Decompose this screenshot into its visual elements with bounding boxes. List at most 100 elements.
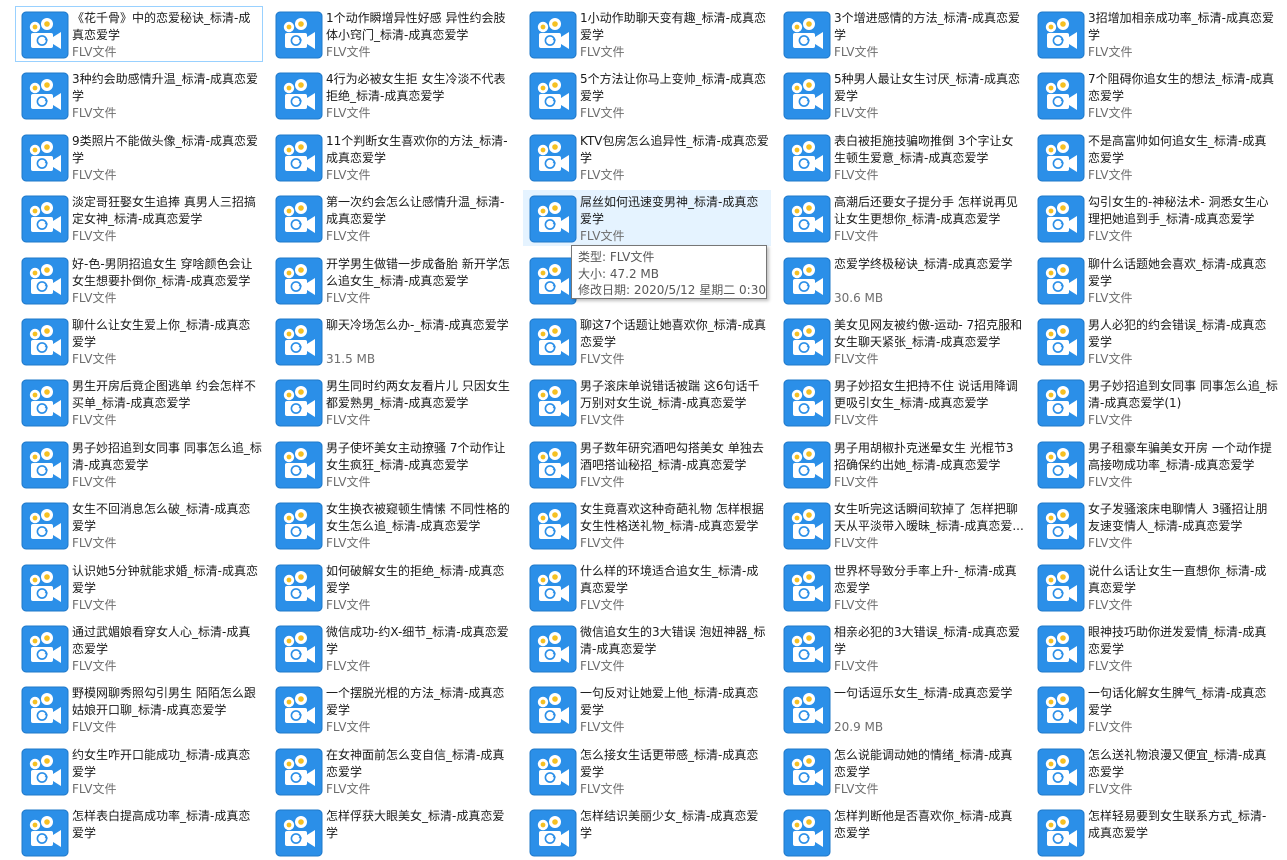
file-name: 勾引女生的-神秘法术- 洞悉女生心理把她追到手_标清-成真恋爱学 [1088,195,1269,226]
flv-video-file-icon [783,625,831,673]
file-item[interactable]: 开学男生做错一步成备胎 新开学怎么追女生_标清-成真恋爱学 FLV文件 [269,252,517,308]
file-item[interactable]: 男子妙招追到女同事 同事怎么追_标清-成真恋爱学(1) FLV文件 [1031,374,1279,430]
file-name: 微信成功-约X-细节_标清-成真恋爱学 [326,625,509,656]
file-type-or-size: FLV文件 [1088,106,1133,120]
flv-video-file-icon [1037,72,1085,120]
file-item[interactable]: 聊什么话题她会喜欢_标清-成真恋爱学 FLV文件 [1031,252,1279,308]
file-item[interactable]: 7个阻碍你追女生的想法_标清-成真恋爱学 FLV文件 [1031,67,1279,123]
file-item[interactable]: 怎么接女生话更带感_标清-成真恋爱学 FLV文件 [523,743,771,799]
file-item[interactable]: 男子妙招女生把持不住 说话用降调更吸引女生_标清-成真恋爱学 FLV文件 [777,374,1025,430]
file-item[interactable]: 聊天冷场怎么办-_标清-成真恋爱学 31.5 MB [269,313,517,369]
file-item[interactable]: 男子租豪车骗美女开房 一个动作提高接吻成功率_标清-成真恋爱学 FLV文件 [1031,436,1279,492]
file-item[interactable]: 认识她5分钟就能求婚_标清-成真恋爱学 FLV文件 [15,559,263,615]
file-item[interactable]: 相亲必犯的3大错误_标清-成真恋爱学 FLV文件 [777,620,1025,676]
file-item[interactable]: 怎样轻易要到女生联系方式_标清-成真恋爱学 [1031,804,1279,860]
file-item[interactable]: 美女见网友被约傲-运动- 7招克服和女生聊天紧张_标清-成真恋爱学 FLV文件 [777,313,1025,369]
flv-video-file-icon [783,257,831,305]
flv-video-file-icon [529,257,577,305]
file-name: 男子使坏美女主动撩骚 7个动作让女生疯狂_标清-成真恋爱学 [326,441,506,472]
file-item[interactable]: 3招增加相亲成功率_标清-成真恋爱学 FLV文件 [1031,6,1279,62]
file-item[interactable]: 淡定哥狂娶女生追捧 真男人三招搞定女神_标清-成真恋爱学 FLV文件 [15,190,263,246]
file-item[interactable]: 怎样判断他是否喜欢你_标清-成真恋爱学 [777,804,1025,860]
file-item[interactable]: 男子数年研究酒吧勾搭美女 单独去酒吧搭讪秘招_标清-成真恋爱学 FLV文件 [523,436,771,492]
file-item[interactable]: 4行为必被女生拒 女生冷淡不代表拒绝_标清-成真恋爱学 FLV文件 [269,67,517,123]
file-type-or-size: FLV文件 [326,45,371,59]
file-item[interactable]: 如何破解女生的拒绝_标清-成真恋爱学 FLV文件 [269,559,517,615]
flv-video-file-icon [275,809,323,857]
file-item[interactable]: 野模网聊秀照勾引男生 陌陌怎么跟姑娘开口聊_标清-成真恋爱学 FLV文件 [15,681,263,737]
file-item[interactable]: KTV包房怎么追异性_标清-成真恋爱学 FLV文件 [523,129,771,185]
file-item[interactable]: 怎样结识美丽少女_标清-成真恋爱学 [523,804,771,860]
file-item[interactable]: 怎么送礼物浪漫又便宜_标清-成真恋爱学 FLV文件 [1031,743,1279,799]
file-type-or-size: FLV文件 [326,229,371,243]
file-item[interactable]: 《花千骨》中的恋爱秘诀_标清-成真恋爱学 FLV文件 [15,6,263,62]
file-item[interactable]: 男子妙招追到女同事 同事怎么追_标清-成真恋爱学 FLV文件 [15,436,263,492]
file-item[interactable]: 恋爱学终极秘诀_标清-成真恋爱学 30.6 MB [777,252,1025,308]
file-item[interactable]: 表白被拒施技骗吻推倒 3个字让女生顿生爱意_标清-成真恋爱学 FLV文件 [777,129,1025,185]
file-item[interactable]: 在女神面前怎么变自信_标清-成真恋爱学 FLV文件 [269,743,517,799]
file-item[interactable]: 屌丝如何迅速变男神_标清-成真恋爱学 FLV文件 [523,190,771,246]
file-item[interactable]: 3个增进感情的方法_标清-成真恋爱学 FLV文件 [777,6,1025,62]
flv-video-file-icon [529,686,577,734]
file-name: 3种约会助感情升温_标清-成真恋爱学 [72,72,258,103]
file-type-or-size: FLV文件 [326,659,371,673]
file-name: 男子租豪车骗美女开房 一个动作提高接吻成功率_标清-成真恋爱学 [1088,441,1272,472]
file-item[interactable]: 一句话逗乐女生_标清-成真恋爱学 20.9 MB [777,681,1025,737]
file-item[interactable]: 11个判断女生喜欢你的方法_标清-成真恋爱学 FLV文件 [269,129,517,185]
file-item[interactable]: 男子滚床单说错话被踹 这6句话千万别对女生说_标清-成真恋爱学 FLV文件 [523,374,771,430]
file-item[interactable]: 高潮后还要女子提分手 怎样说再见让女生更想你_标清-成真恋爱学 FLV文件 [777,190,1025,246]
file-item[interactable]: 一个摆脱光棍的方法_标清-成真恋爱学 FLV文件 [269,681,517,737]
file-item[interactable]: 怎样表白提高成功率_标清-成真恋爱学 [15,804,263,860]
file-item[interactable]: 第一次约会怎么让感情升温_标清-成真恋爱学 FLV文件 [269,190,517,246]
file-item[interactable]: 约女生咋开口能成功_标清-成真恋爱学 FLV文件 [15,743,263,799]
file-item[interactable]: 男子使坏美女主动撩骚 7个动作让女生疯狂_标清-成真恋爱学 FLV文件 [269,436,517,492]
file-type-or-size: FLV文件 [1088,45,1133,59]
file-item[interactable]: 微信成功-约X-细节_标清-成真恋爱学 FLV文件 [269,620,517,676]
file-type-or-size: FLV文件 [834,475,879,489]
file-item[interactable]: 男生同时约两女友看片儿 只因女生都爱熟男_标清-成真恋爱学 FLV文件 [269,374,517,430]
file-type-or-size: FLV文件 [580,106,625,120]
file-name: 第一次约会怎么让感情升温_标清-成真恋爱学 [326,195,505,226]
file-item[interactable]: 3种约会助感情升温_标清-成真恋爱学 FLV文件 [15,67,263,123]
file-item[interactable]: 男人必犯的约会错误_标清-成真恋爱学 FLV文件 [1031,313,1279,369]
file-item[interactable]: 女生竟喜欢这种奇葩礼物 怎样根据女生性格送礼物_标清-成真恋爱学 FLV文件 [523,497,771,553]
file-item[interactable]: 女生换衣被窥顿生情愫 不同性格的女生怎么追_标清-成真恋爱学 FLV文件 [269,497,517,553]
file-item[interactable]: 女生不回消息怎么破_标清-成真恋爱学 FLV文件 [15,497,263,553]
file-item[interactable]: 什么样的环境适合追女生_标清-成真恋爱学 FLV文件 [523,559,771,615]
file-type-or-size: FLV文件 [72,598,117,612]
file-item[interactable]: 聊什么让女生爱上你_标清-成真恋爱学 FLV文件 [15,313,263,369]
file-item[interactable]: 怎样俘获大眼美女_标清-成真恋爱学 [269,804,517,860]
file-item[interactable]: 勾引女生的-神秘法术- 洞悉女生心理把她追到手_标清-成真恋爱学 FLV文件 [1031,190,1279,246]
file-item[interactable]: 一句话化解女生脾气_标清-成真恋爱学 FLV文件 [1031,681,1279,737]
file-item[interactable]: 怎么说能调动她的情绪_标清-成真恋爱学 FLV文件 [777,743,1025,799]
file-item[interactable]: 一句反对让她爱上他_标清-成真恋爱学 FLV文件 [523,681,771,737]
file-type-or-size: FLV文件 [72,45,117,59]
file-item[interactable]: 男生开房后竟企图逃单 约会怎样不买单_标清-成真恋爱学 FLV文件 [15,374,263,430]
file-item[interactable]: 女生听完这话瞬间软掉了 怎样把聊天从平淡带入暧昧_标清-成真恋爱... FLV文件 [777,497,1025,553]
file-type-or-size: FLV文件 [834,782,879,796]
file-name: 3招增加相亲成功率_标清-成真恋爱学 [1088,11,1274,42]
flv-video-file-icon [529,748,577,796]
file-item[interactable]: 聊这7个话题让她喜欢你_标清-成真恋爱学 FLV文件 [523,313,771,369]
file-item[interactable]: 不是高富帅如何追女生_标清-成真恋爱学 FLV文件 [1031,129,1279,185]
file-name: 男子妙招女生把持不住 说话用降调更吸引女生_标清-成真恋爱学 [834,379,1018,410]
file-type-or-size: FLV文件 [580,475,625,489]
file-item[interactable]: 说什么话让女生一直想你_标清-成真恋爱学 FLV文件 [1031,559,1279,615]
file-item[interactable]: 5个方法让你马上变帅_标清-成真恋爱学 FLV文件 [523,67,771,123]
file-type-or-size: FLV文件 [72,229,117,243]
file-name: 微信追女生的3大错误 泡妞神器_标清-成真恋爱学 [580,625,766,656]
file-item[interactable]: 9类照片不能做头像_标清-成真恋爱学 FLV文件 [15,129,263,185]
file-type-or-size: FLV文件 [72,475,117,489]
file-item[interactable]: 好-色-男阴招追女生 穿啥颜色会让女生想要扑倒你_标清-成真恋爱学 FLV文件 [15,252,263,308]
file-item[interactable]: 1个动作瞬增异性好感 异性约会肢体小窍门_标清-成真恋爱学 FLV文件 [269,6,517,62]
file-item[interactable]: 5种男人最让女生讨厌_标清-成真恋爱学 FLV文件 [777,67,1025,123]
file-item[interactable]: 通过武媚娘看穿女人心_标清-成真恋爱学 FLV文件 [15,620,263,676]
flv-video-file-icon [1037,502,1085,550]
flv-video-file-icon [21,809,69,857]
file-item[interactable]: 男子用胡椒扑克迷晕女生 光棍节3招确保约出她_标清-成真恋爱学 FLV文件 [777,436,1025,492]
file-item[interactable]: 微信追女生的3大错误 泡妞神器_标清-成真恋爱学 FLV文件 [523,620,771,676]
file-item[interactable]: 1小动作助聊天变有趣_标清-成真恋爱学 FLV文件 [523,6,771,62]
file-item[interactable]: 世界杯导致分手率上升-_标清-成真恋爱学 FLV文件 [777,559,1025,615]
file-item[interactable]: 女子发骚滚床电聊情人 3骚招让朋友速变情人_标清-成真恋爱学 FLV文件 [1031,497,1279,553]
file-item[interactable]: 眼神技巧助你迸发爱情_标清-成真恋爱学 FLV文件 [1031,620,1279,676]
